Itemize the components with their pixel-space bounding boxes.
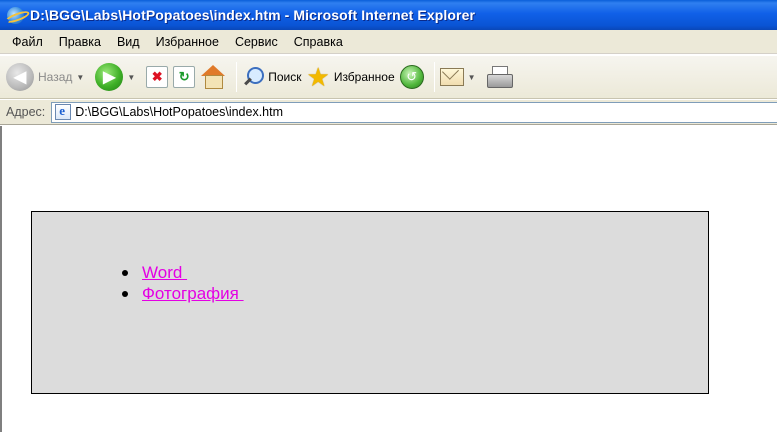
link-photo[interactable]: Фотография (142, 284, 244, 304)
back-arrow-icon: ◀ (6, 63, 34, 91)
history-button[interactable]: ↺ (399, 65, 424, 89)
list-item: Word (122, 262, 244, 283)
printer-icon (486, 66, 513, 88)
back-dropdown-icon[interactable]: ▼ (76, 73, 84, 82)
menu-help[interactable]: Справка (286, 35, 351, 49)
search-button[interactable]: Поиск (242, 66, 302, 88)
link-word[interactable]: Word (142, 263, 187, 283)
address-value[interactable]: D:\BGG\Labs\HotPopatoes\index.htm (75, 105, 283, 119)
ie-page-icon (55, 103, 72, 120)
mail-dropdown-icon[interactable]: ▼ (468, 73, 476, 82)
print-button[interactable] (486, 66, 513, 88)
search-icon (242, 66, 265, 88)
history-icon: ↺ (399, 65, 424, 89)
forward-arrow-icon: ▶ (95, 63, 124, 91)
toolbar-separator (236, 62, 238, 92)
refresh-button[interactable]: ↻ (173, 66, 196, 88)
address-input[interactable]: D:\BGG\Labs\HotPopatoes\index.htm (51, 101, 777, 123)
menu-file[interactable]: Файл (4, 35, 51, 49)
address-bar: Адрес: D:\BGG\Labs\HotPopatoes\index.htm (0, 100, 777, 125)
refresh-icon: ↻ (173, 66, 196, 88)
title-bar: D:\BGG\Labs\HotPopatoes\index.htm - Micr… (0, 0, 777, 30)
stop-icon: ✖ (146, 66, 169, 88)
menu-view[interactable]: Вид (109, 35, 148, 49)
forward-button[interactable]: ▶ ▼ (95, 63, 141, 91)
back-label: Назад (38, 70, 73, 84)
menu-tools[interactable]: Сервис (227, 35, 286, 49)
bullet (122, 269, 128, 276)
window-title: D:\BGG\Labs\HotPopatoes\index.htm - Micr… (30, 7, 476, 23)
link-list: Word Фотография (122, 262, 244, 304)
favorites-button[interactable]: ★ Избранное (306, 62, 395, 92)
home-button[interactable] (200, 65, 226, 89)
stop-button[interactable]: ✖ (146, 66, 169, 88)
star-icon: ★ (306, 62, 330, 92)
address-label: Адрес: (6, 105, 46, 119)
ie-logo-icon (7, 6, 24, 24)
bullet (122, 290, 128, 297)
back-button[interactable]: ◀ Назад ▼ (6, 63, 90, 91)
forward-dropdown-icon[interactable]: ▼ (127, 73, 135, 82)
menu-edit[interactable]: Правка (51, 35, 109, 49)
link-panel: Word Фотография (31, 211, 709, 394)
favorites-label: Избранное (333, 70, 395, 84)
page-content: Word Фотография (0, 126, 777, 432)
mail-button[interactable]: ▼ (439, 68, 482, 86)
list-item: Фотография (122, 283, 244, 304)
mail-icon (439, 68, 464, 86)
menu-favorites[interactable]: Избранное (148, 35, 227, 49)
menu-bar: Файл Правка Вид Избранное Сервис Справка (0, 30, 777, 54)
home-icon (200, 65, 226, 89)
toolbar-separator (433, 62, 435, 92)
search-label: Поиск (268, 70, 302, 84)
toolbar: ◀ Назад ▼ ▶ ▼ ✖ ↻ Поиск ★ Избранное ↺ ▼ (0, 55, 777, 99)
